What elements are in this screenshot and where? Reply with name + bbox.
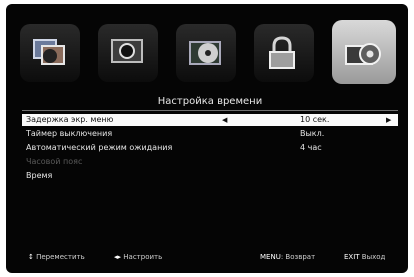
exit-hint-text: Выход [361, 253, 386, 261]
menu-item-time-zone: Часовой пояс [22, 156, 398, 168]
up-down-icon: ↕ [28, 253, 34, 261]
menu-title: Настройка времени [157, 96, 263, 107]
menu-item-value: Выкл. [300, 129, 325, 138]
menu-item-label: Часовой пояс [26, 157, 83, 166]
pictures-icon [33, 39, 65, 65]
tab-setup[interactable] [332, 20, 396, 84]
menu-item-value: 10 сек. [300, 115, 330, 124]
tab-picture[interactable] [20, 24, 80, 82]
disc-icon [189, 41, 221, 65]
left-right-icon: ◂▸ [114, 253, 122, 261]
menu-item-label: Автоматический режим ожидания [26, 143, 173, 152]
tab-sound[interactable] [98, 24, 158, 82]
tv-osd-screen: Настройка времени Задержка экр. меню ◀ 1… [6, 4, 408, 273]
menu-item-label: Задержка экр. меню [26, 115, 114, 124]
tab-channel[interactable] [176, 24, 236, 82]
title-divider [22, 110, 398, 111]
exit-key-label: EXIT [344, 253, 360, 261]
menu-item-auto-standby[interactable]: Автоматический режим ожидания 4 час [22, 142, 398, 154]
move-hint-text: Переместить [36, 253, 85, 261]
main-menu-tabs [20, 20, 396, 84]
back-hint-text: Возврат [285, 253, 316, 261]
menu-back-hint: MENU: Возврат [260, 253, 316, 261]
footer-help-bar: ↕ Переместить ◂▸ Настроить MENU: Возврат… [22, 251, 398, 263]
menu-item-label: Время [26, 171, 53, 180]
camera-icon [111, 39, 143, 63]
right-arrow-icon[interactable]: ▶ [386, 114, 391, 126]
left-arrow-icon[interactable]: ◀ [222, 114, 227, 126]
menu-item-osd-timeout[interactable]: Задержка экр. меню ◀ 10 сек. ▶ [22, 114, 398, 126]
gear-icon [345, 43, 381, 65]
exit-hint: EXIT Выход [344, 251, 385, 263]
menu-item-time[interactable]: Время [22, 170, 398, 182]
menu-item-label: Таймер выключения [26, 129, 113, 138]
menu-key-label: MENU [260, 253, 281, 261]
menu-item-sleep-timer[interactable]: Таймер выключения Выкл. [22, 128, 398, 140]
adjust-hint-text: Настроить [123, 253, 163, 261]
lock-icon [269, 36, 295, 69]
tab-lock[interactable] [254, 24, 314, 82]
menu-item-value: 4 час [300, 143, 322, 152]
adjust-hint: ◂▸ Настроить [114, 251, 162, 263]
move-hint: ↕ Переместить [28, 251, 85, 263]
